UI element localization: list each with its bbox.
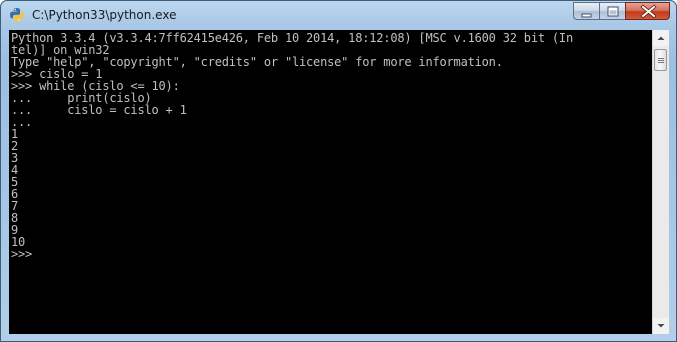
console-prompt[interactable]: >>> (11, 248, 32, 260)
minimize-button[interactable] (573, 2, 599, 20)
grip-line (658, 58, 664, 59)
console-output[interactable]: Python 3.3.4 (v3.3.4:7ff62415e426, Feb 1… (9, 30, 652, 334)
maximize-icon (607, 6, 619, 17)
grip-line (658, 62, 664, 63)
minimize-icon (581, 13, 592, 18)
scroll-down-button[interactable] (653, 318, 669, 334)
maximize-button[interactable] (599, 2, 625, 20)
grip-line (658, 60, 664, 61)
close-button[interactable] (625, 2, 670, 20)
arrow-up-icon (657, 36, 665, 40)
python-icon[interactable] (9, 7, 25, 23)
console-line: ... cislo = cislo + 1 (11, 103, 187, 117)
scroll-up-button[interactable] (653, 30, 669, 46)
title-bar[interactable]: C:\Python33\python.exe (1, 1, 676, 29)
window-title: C:\Python33\python.exe (32, 8, 177, 22)
arrow-down-icon (657, 324, 665, 328)
vertical-scrollbar[interactable] (652, 30, 669, 334)
close-icon (640, 4, 657, 19)
console-window: C:\Python33\python.exe Python 3.3.4 (v3.… (0, 0, 677, 342)
window-controls (573, 2, 670, 21)
scroll-thumb[interactable] (654, 49, 667, 71)
